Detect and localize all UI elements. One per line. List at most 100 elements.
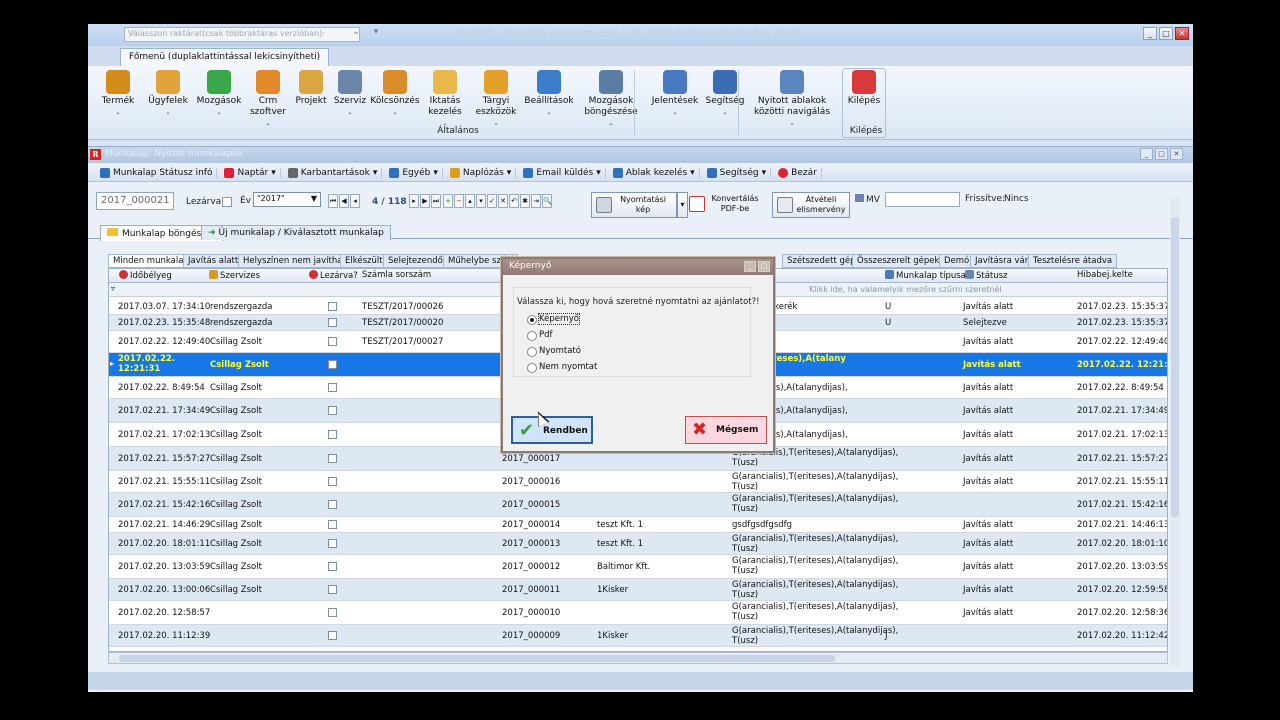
status-tab[interactable]: Javításra vár	[970, 254, 1034, 268]
radio-pdf[interactable]	[527, 331, 537, 341]
nav-delete-button[interactable]: −	[454, 194, 464, 208]
toolbar-window[interactable]: Ablak kezelés ▾	[609, 167, 700, 178]
ok-button[interactable]: ✔ Rendben	[511, 416, 593, 444]
nav-add-button[interactable]: +	[443, 194, 453, 208]
toolbar-log[interactable]: Naplózás ▾	[446, 167, 517, 178]
column-header[interactable]: Munkalap típusa	[885, 270, 966, 281]
row-locked-checkbox[interactable]	[328, 608, 337, 617]
row-locked-checkbox[interactable]	[328, 520, 337, 529]
table-row[interactable]: 2017.02.20. 18:01:11 Csillag Zsolt 2017_00…	[109, 533, 1167, 555]
ribbon-button-product[interactable]: Termék ⌄	[92, 70, 144, 118]
close-button[interactable]: ✕	[1175, 27, 1189, 40]
row-locked-checkbox[interactable]	[328, 454, 337, 463]
tab-new-worksheet[interactable]: ➜ Új munkalap / Kiválasztott munkalap	[201, 225, 391, 240]
scroll-thumb[interactable]	[1171, 217, 1179, 517]
nav-undo-button[interactable]: ↶	[509, 194, 519, 208]
horizontal-scrollbar[interactable]	[108, 652, 1168, 664]
status-tab[interactable]: Selejtezendő	[383, 254, 448, 268]
dropdown-arrow-icon[interactable]: ⌄	[350, 27, 362, 41]
column-header[interactable]: Státusz	[965, 270, 1008, 281]
row-locked-checkbox[interactable]	[328, 562, 337, 571]
row-locked-checkbox[interactable]	[328, 383, 337, 392]
worksheet-id-field[interactable]: 2017_000021	[96, 192, 174, 210]
row-locked-checkbox[interactable]	[328, 430, 337, 439]
row-locked-checkbox[interactable]	[328, 631, 337, 640]
nav-first-button[interactable]: ⏮	[328, 194, 338, 208]
radio-no-print[interactable]	[527, 363, 537, 373]
nav-cancel-button[interactable]: ✕	[498, 194, 508, 208]
nav-prev-button[interactable]: ◂	[350, 194, 360, 208]
row-locked-checkbox[interactable]	[328, 360, 337, 369]
table-row[interactable]: 2017.02.20. 12:58:57 2017_000010 G(arancia…	[109, 601, 1167, 625]
child-close-button[interactable]: ✕	[1170, 148, 1183, 160]
table-row[interactable]: 2017.02.20. 11:12:39 2017_000009 1Kisker G(…	[109, 625, 1167, 647]
year-select[interactable]: "2017" ▼	[253, 192, 321, 207]
dialog-maximize-button[interactable]: □	[758, 261, 770, 272]
minimize-button[interactable]: _	[1143, 27, 1157, 40]
warehouse-select[interactable]: Válasszon raktárat(csak többraktáras ver…	[124, 27, 360, 42]
toolbar-globe[interactable]: Egyéb ▾	[385, 167, 443, 178]
table-row[interactable]: 2017.02.21. 15:55:11 Csillag Zsolt 2017_00…	[109, 471, 1167, 493]
nav-refresh-button[interactable]: ✱	[520, 194, 530, 208]
ribbon-button-customers[interactable]: Ügyfelek ⌄	[144, 70, 192, 118]
ribbon-tab-main[interactable]: Főmenü (duplaklattintással lekicsinyíthe…	[120, 48, 330, 66]
locked-checkbox[interactable]	[222, 197, 232, 207]
row-locked-checkbox[interactable]	[328, 585, 337, 594]
ribbon-button-movements[interactable]: Mozgások ⌄	[192, 70, 246, 118]
nav-jump-button[interactable]: ⇥	[531, 194, 541, 208]
row-locked-checkbox[interactable]	[328, 500, 337, 509]
table-row[interactable]: 2017.02.20. 13:00:06 Csillag Zsolt 2017_00…	[109, 579, 1167, 601]
table-row[interactable]: 2017.02.20. 13:03:59 Csillag Zsolt 2017_00…	[109, 555, 1167, 579]
column-header[interactable]: Számla sorszám	[362, 270, 431, 280]
toolbar-help[interactable]: Segítség ▾	[703, 167, 772, 178]
dialog-minimize-button[interactable]: _	[744, 261, 756, 272]
radio-label-printer[interactable]: Nyomtató	[539, 346, 581, 356]
ribbon-button-service[interactable]: Szerviz ⌄	[332, 70, 368, 118]
column-header[interactable]: Lezárva?	[309, 270, 358, 281]
ribbon-button-help[interactable]: Segítség ⌄	[702, 70, 748, 118]
status-tab[interactable]: Tesztelésre átadva	[1028, 254, 1118, 268]
radio-printer[interactable]	[527, 347, 537, 357]
ribbon-button-browse[interactable]: Mozgások böngészése ⌄	[574, 70, 648, 129]
radio-label-screen[interactable]: Képernyő	[538, 313, 580, 325]
row-locked-checkbox[interactable]	[328, 337, 337, 346]
ribbon-button-settings[interactable]: Beállítások ⌄	[524, 70, 574, 118]
column-header[interactable]: Hibabej.kelte	[1077, 270, 1133, 280]
toolbar-calendar[interactable]: Naptár ▾	[220, 167, 281, 178]
status-tab[interactable]: Minden munkalap	[108, 254, 194, 268]
nav-confirm-button[interactable]: ✓	[487, 194, 497, 208]
scroll-thumb[interactable]	[119, 655, 835, 662]
nav-next-page-button[interactable]: ▶	[420, 194, 430, 208]
ribbon-button-assets[interactable]: Tárgyi eszközök ⌄	[468, 70, 524, 129]
status-tab[interactable]: Elkészült	[340, 254, 388, 268]
ribbon-button-crm[interactable]: Crm szoftver ⌄	[246, 70, 290, 129]
quick-access-icon[interactable]: ▾	[370, 27, 382, 41]
row-locked-checkbox[interactable]	[328, 318, 337, 327]
status-tab[interactable]: Demó	[939, 254, 975, 268]
table-row[interactable]: 2017.02.21. 15:42:16 Csillag Zsolt 2017_00…	[109, 493, 1167, 517]
child-maximize-button[interactable]: □	[1155, 148, 1168, 160]
child-minimize-button[interactable]: _	[1140, 148, 1153, 160]
ribbon-button-filing[interactable]: Iktatás kezelés ⌄	[422, 70, 468, 129]
column-header[interactable]: Időbélyeg	[119, 270, 172, 281]
radio-label-pdf[interactable]: Pdf	[539, 330, 553, 340]
radio-screen[interactable]	[527, 315, 537, 325]
nav-up-button[interactable]: ▴	[465, 194, 475, 208]
print-preview-button[interactable]: Nyomtatási kép	[591, 192, 677, 218]
nav-down-button[interactable]: ▾	[476, 194, 486, 208]
toolbar-wrench[interactable]: Karbantartások ▾	[284, 167, 383, 178]
row-locked-checkbox[interactable]	[328, 406, 337, 415]
status-tab[interactable]: Javítás alatt	[183, 254, 244, 268]
mv-input[interactable]	[885, 192, 960, 207]
nav-search-button[interactable]: 🔍	[542, 194, 552, 208]
row-locked-checkbox[interactable]	[328, 302, 337, 311]
receipt-button[interactable]: Átvételi elismervény	[772, 192, 850, 218]
nav-next-button[interactable]: ▸	[409, 194, 419, 208]
nav-last-button[interactable]: ⏭	[431, 194, 441, 208]
status-tab[interactable]: Helyszínen nem javítható	[238, 254, 356, 268]
row-locked-checkbox[interactable]	[328, 477, 337, 486]
maximize-button[interactable]: □	[1159, 27, 1173, 40]
pdf-convert-button[interactable]: Konvertálás PDF-be	[685, 192, 763, 218]
ribbon-button-windows-nav[interactable]: Nyitott ablakok közötti navigálás ⌄	[748, 70, 836, 129]
nav-prev-page-button[interactable]: ◀	[339, 194, 349, 208]
